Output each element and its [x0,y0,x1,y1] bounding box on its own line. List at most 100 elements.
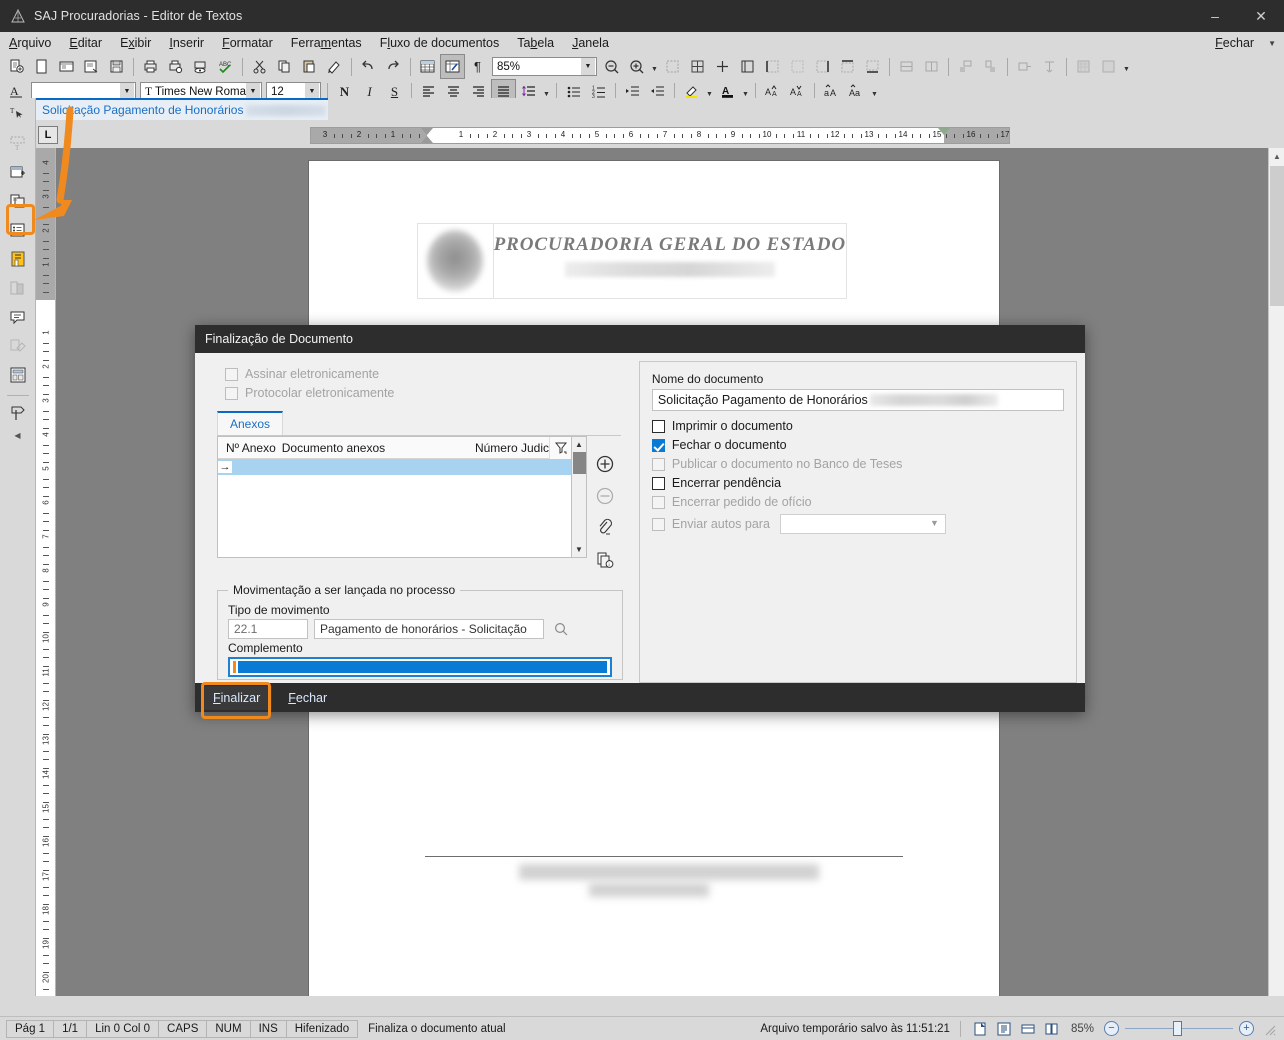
border-none-icon[interactable] [786,55,809,78]
distribute-columns-icon[interactable] [1038,55,1061,78]
pilcrow-icon[interactable]: ¶ [466,55,489,78]
checkbox-fechar-o-documento[interactable]: Fechar o documento [651,438,1064,452]
checkbox-encerrar-pedido-de-oficio[interactable]: Encerrar pedido de ofício [651,495,1064,509]
cut-icon[interactable] [248,55,271,78]
tab-anexos[interactable]: Anexos [217,411,284,435]
anexo-info-button[interactable]: i [593,548,617,572]
checkbox-enviar-autos-para[interactable]: Enviar autos para ▼ [651,514,1064,534]
copy-icon[interactable] [273,55,296,78]
tipo-movimento-code-input[interactable]: 22.1 [228,619,308,639]
checkbox-assinar-eletronicamente[interactable]: Assinar eletronicamente [225,367,631,381]
split-cells-icon[interactable] [920,55,943,78]
insert-block-icon[interactable] [5,159,31,185]
nome-documento-input[interactable]: Solicitação Pagamento de Honorários [651,389,1064,411]
distribute-rows-icon[interactable] [1013,55,1036,78]
horizontal-ruler[interactable]: 3 2 1 1 2 3 4 5 6 7 8 9 10 11 12 13 14 15 16 17 [310,126,1010,144]
remove-anexo-button[interactable] [593,484,617,508]
complemento-input[interactable] [228,657,612,677]
add-anexo-button[interactable] [593,452,617,476]
border-right-icon[interactable] [811,55,834,78]
grid-filter-icon[interactable] [549,437,571,459]
list-panel-icon[interactable] [5,217,31,243]
zoom-out-icon[interactable] [600,55,623,78]
annotate-icon[interactable] [5,333,31,359]
text-frame-icon[interactable]: T [5,130,31,156]
menu-inserir[interactable]: Inserir [160,34,213,52]
border-left-icon[interactable] [761,55,784,78]
insert-row-icon[interactable] [954,55,977,78]
chevron-down-icon[interactable]: ▼ [930,518,939,528]
zoom-in-button[interactable]: + [1239,1021,1254,1036]
resize-grip-icon[interactable] [1262,1022,1276,1036]
paste-icon[interactable] [298,55,321,78]
attach-clip-button[interactable] [593,516,617,540]
table-shading-icon[interactable] [1097,55,1120,78]
undo-icon[interactable] [357,55,380,78]
copy-block-icon[interactable] [5,188,31,214]
status-num[interactable]: NUM [206,1019,251,1038]
blank-page-icon[interactable] [30,55,53,78]
insert-table-icon[interactable] [661,55,684,78]
enviar-autos-select[interactable]: ▼ [779,514,946,534]
redo-icon[interactable] [382,55,405,78]
table-row[interactable]: → [218,459,571,475]
print-icon[interactable] [139,55,162,78]
zoom-out-button[interactable]: − [1104,1021,1119,1036]
chevron-down-icon[interactable]: ▼ [581,58,595,75]
checkbox-box[interactable] [651,476,665,490]
document-tab[interactable]: Solicitação Pagamento de Honorários [36,98,328,120]
spellcheck-icon[interactable]: ABC [214,55,237,78]
format-painter-icon[interactable] [323,55,346,78]
text-select-icon[interactable]: T [5,101,31,127]
insert-column-icon[interactable] [979,55,1002,78]
document-bookmark-icon[interactable] [5,246,31,272]
comment-icon[interactable] [5,304,31,330]
checkbox-encerrar-pendencia[interactable]: Encerrar pendência [651,476,1064,490]
table-cell-icon[interactable] [686,55,709,78]
status-hifenizado[interactable]: Hifenizado [285,1019,359,1038]
vertical-ruler[interactable]: 4 3 2 1 1 2 3 4 5 6 7 8 9 10 11 12 13 14 15 16 17 18 19 20 [36,148,56,996]
scrollbar-thumb[interactable] [1270,166,1284,306]
rail-overflow-icon[interactable]: ◀ [14,431,20,440]
table-autoformat-icon[interactable] [1072,55,1095,78]
view-single-page-icon[interactable] [971,1020,989,1037]
checkbox-box[interactable] [225,386,238,400]
indent-marker[interactable] [937,127,950,135]
search-icon[interactable] [550,621,572,637]
zoom-slider-thumb[interactable] [1173,1021,1182,1036]
zoom-combo[interactable]: 85% ▼ [492,57,597,76]
view-two-page-icon[interactable] [1043,1020,1061,1037]
close-button[interactable]: ✕ [1238,0,1284,32]
scroll-down-button[interactable]: ▼ [575,542,583,557]
table-crosshair-icon[interactable] [711,55,734,78]
field-shading-icon[interactable] [440,54,465,79]
checkbox-box[interactable] [651,517,665,531]
scroll-up-button[interactable]: ▲ [1269,148,1284,165]
checkbox-imprimir-o-documento[interactable]: Imprimir o documento [651,419,1064,433]
checkbox-box[interactable] [651,419,665,433]
open-model-icon[interactable] [80,55,103,78]
menu-exibir[interactable]: Exibir [111,34,160,52]
merge-cells-icon[interactable] [895,55,918,78]
border-top-icon[interactable] [836,55,859,78]
anexos-grid-scrollbar[interactable]: ▲ ▼ [572,436,587,558]
chevron-down-icon[interactable]: ▼ [1268,39,1276,48]
checkbox-box[interactable] [651,495,665,509]
menu-ferramentas[interactable]: Ferramentas [282,34,371,52]
indent-marker[interactable] [421,135,433,143]
page-layout-icon[interactable] [5,362,31,388]
menu-fluxo-de-documentos[interactable]: Fluxo de documentos [371,34,509,52]
minimize-button[interactable]: – [1192,0,1238,32]
menu-janela[interactable]: Janela [563,34,618,52]
view-reading-icon[interactable] [995,1020,1013,1037]
border-box-icon[interactable] [736,55,759,78]
zoom-in-icon[interactable] [625,55,648,78]
border-bottom-icon[interactable] [861,55,884,78]
scroll-up-button[interactable]: ▲ [575,437,583,452]
row-cell[interactable] [232,459,571,475]
menu-arquivo[interactable]: Arquivo [0,34,60,52]
new-document-icon[interactable] [5,55,28,78]
save-icon[interactable] [105,55,128,78]
finalizar-button[interactable]: Finalizar [201,681,273,719]
scrollbar-thumb[interactable] [572,452,586,474]
